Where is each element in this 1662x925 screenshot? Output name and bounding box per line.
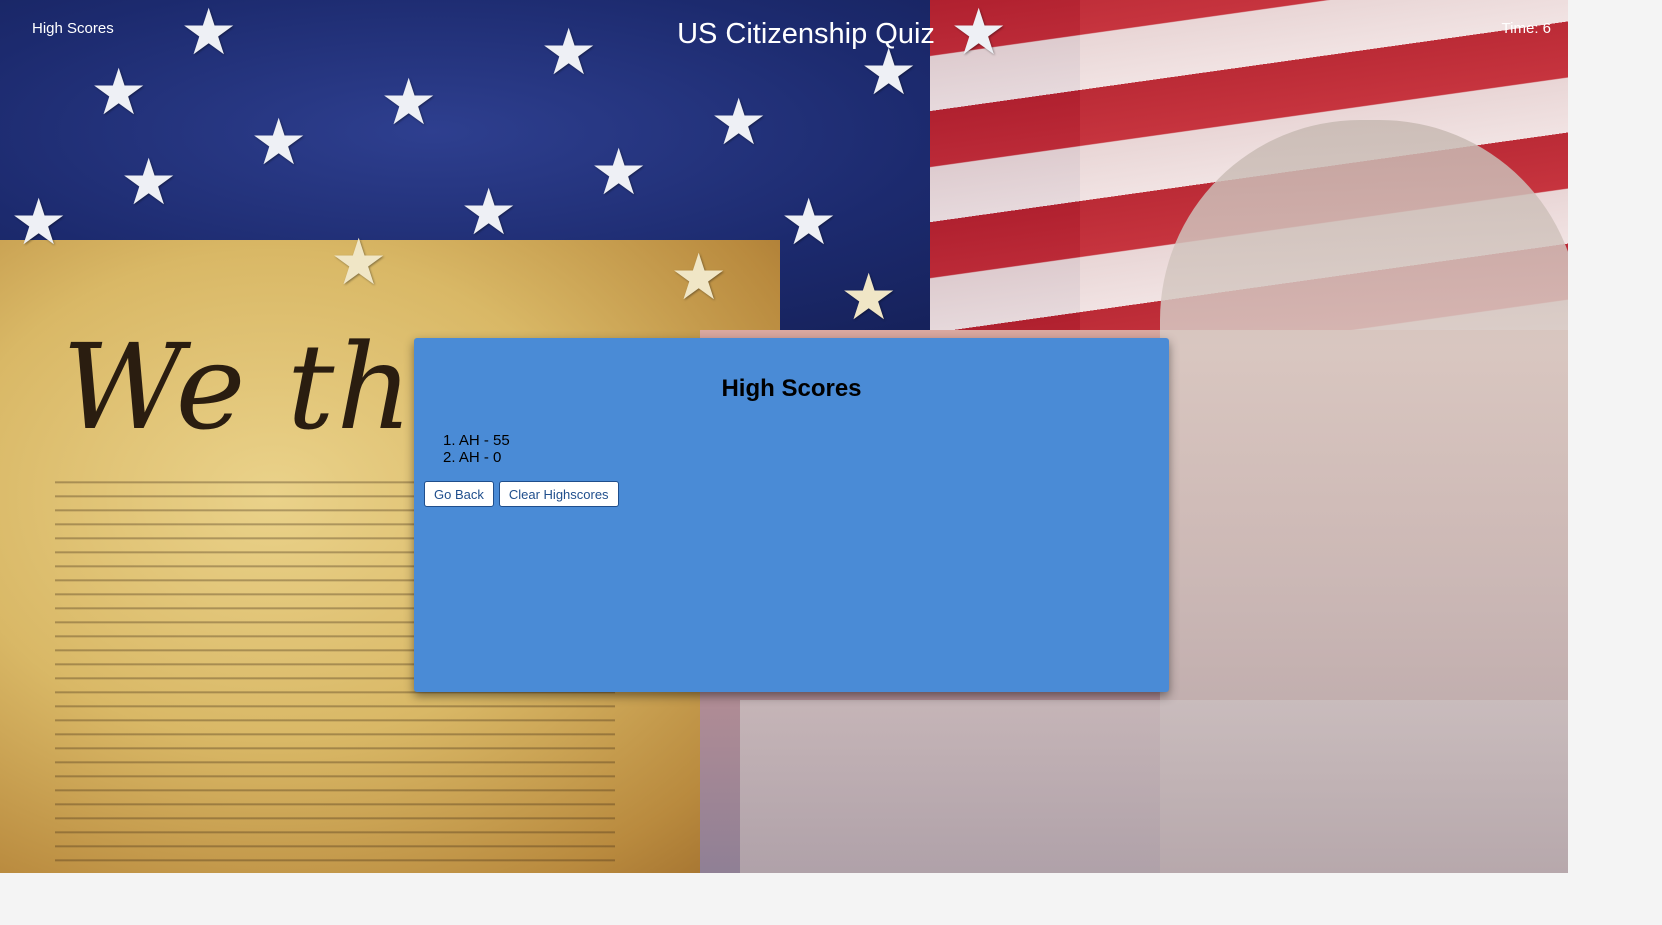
star-icon: ★ [710,86,768,158]
score-rank: 1. [443,432,456,449]
score-item: 1. AH - 55 [443,432,510,449]
button-row: Go Back Clear Highscores [424,481,619,507]
star-icon: ★ [10,186,68,258]
star-icon: ★ [120,146,178,218]
page-margin-right [1568,0,1662,925]
clear-highscores-button[interactable]: Clear Highscores [498,481,619,507]
score-item: 2. AH - 0 [443,449,510,466]
panel-heading: High Scores [721,375,862,402]
star-icon: ★ [90,56,148,128]
star-icon: ★ [670,241,728,313]
star-icon: ★ [330,226,388,298]
star-icon: ★ [250,106,308,178]
page-title: US Citizenship Quiz [677,18,935,50]
star-icon: ★ [840,261,898,333]
timer-display: Time: 6 [1501,20,1551,37]
star-icon: ★ [780,186,838,258]
star-icon: ★ [460,176,518,248]
capitol-portico [740,700,1568,873]
score-list: 1. AH - 55 2. AH - 0 [443,432,510,466]
score-entry: AH - 55 [458,432,510,449]
page-margin-bottom [0,873,1662,925]
high-scores-panel: High Scores 1. AH - 55 2. AH - 0 Go Back… [414,338,1169,692]
star-icon: ★ [380,66,438,138]
star-icon: ★ [590,136,648,208]
score-rank: 2. [443,449,456,466]
go-back-button[interactable]: Go Back [424,481,494,507]
score-entry: AH - 0 [458,449,502,466]
